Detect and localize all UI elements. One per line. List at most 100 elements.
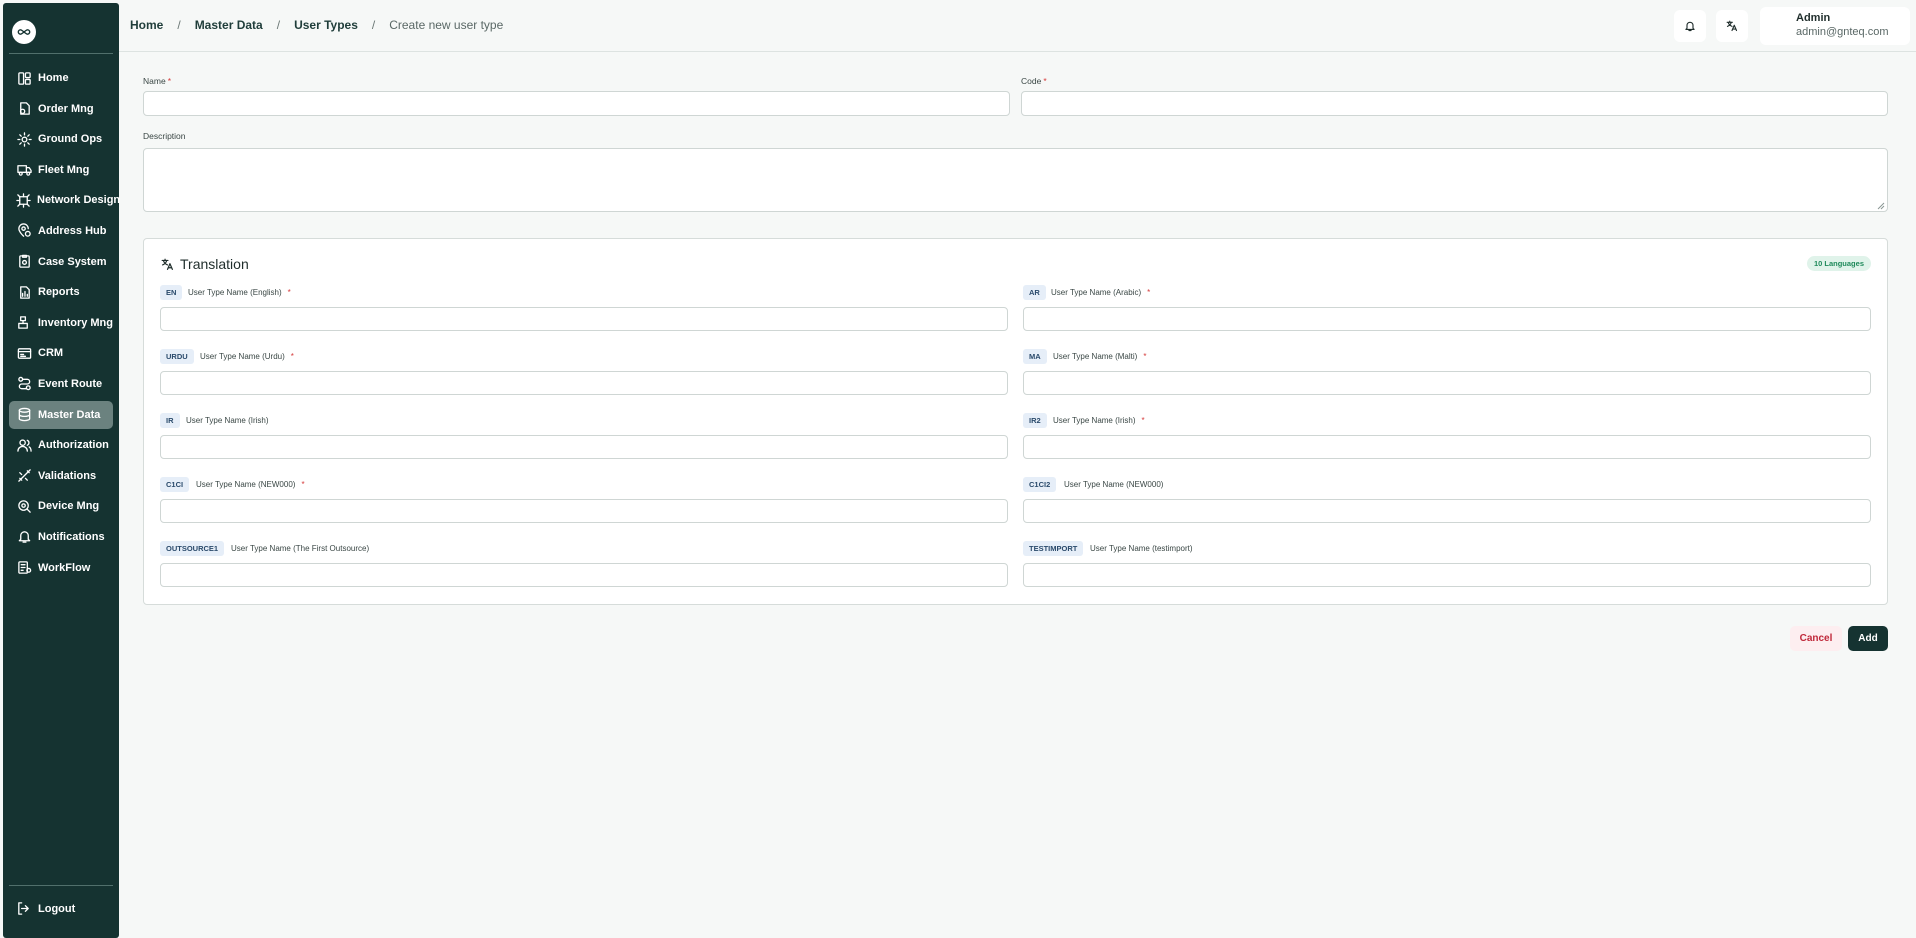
sidebar-item-label: Validations bbox=[38, 469, 97, 482]
ground-ops-icon bbox=[16, 131, 32, 147]
sidebar-item-inventory-mng[interactable]: Inventory Mng bbox=[9, 309, 113, 337]
translation-panel: Translation 10 Languages EN User Type Na… bbox=[143, 238, 1888, 605]
report-icon bbox=[16, 284, 32, 300]
sidebar-item-fleet-mng[interactable]: Fleet Mng bbox=[9, 156, 113, 184]
sidebar-item-label: Event Route bbox=[38, 377, 103, 390]
case-icon bbox=[16, 254, 32, 270]
breadcrumb-separator: / bbox=[276, 18, 281, 32]
user-email: admin@gnteq.com bbox=[1796, 26, 1889, 38]
breadcrumb-user-types[interactable]: User Types bbox=[294, 18, 358, 32]
breadcrumb-separator: / bbox=[177, 18, 181, 32]
user-name: Admin bbox=[1796, 12, 1831, 24]
crm-icon bbox=[16, 345, 32, 361]
language-code-tag: EN bbox=[160, 285, 183, 300]
sidebar-item-notifications[interactable]: Notifications bbox=[9, 523, 113, 551]
translation-field-testimport: TESTIMPORT User Type Name (testimport) bbox=[1023, 541, 1871, 599]
translate-icon bbox=[161, 258, 173, 270]
app-logo[interactable] bbox=[12, 20, 36, 44]
sidebar-divider bbox=[9, 53, 113, 54]
sidebar-item-workflow[interactable]: WorkFlow bbox=[9, 554, 113, 582]
breadcrumb-master-data[interactable]: Master Data bbox=[195, 18, 263, 32]
breadcrumb-current: Create new user type bbox=[389, 18, 504, 32]
breadcrumb-home[interactable]: Home bbox=[130, 18, 163, 32]
network-icon bbox=[16, 192, 31, 208]
sidebar-item-network-design[interactable]: Network Design bbox=[9, 186, 120, 214]
translation-field-en: EN User Type Name (English) * bbox=[160, 285, 1008, 343]
required-marker: * bbox=[290, 352, 294, 361]
code-input[interactable] bbox=[1021, 91, 1888, 116]
translation-input-en[interactable] bbox=[160, 307, 1008, 331]
sidebar-divider bbox=[9, 885, 113, 886]
language-button[interactable] bbox=[1716, 10, 1748, 42]
language-code-tag: IR2 bbox=[1023, 413, 1047, 428]
infinity-icon bbox=[17, 29, 31, 35]
name-input[interactable] bbox=[143, 91, 1010, 116]
translation-input-ir[interactable] bbox=[160, 435, 1008, 459]
language-code-tag: IR bbox=[160, 413, 180, 428]
language-code-tag: OUTSOURCE1 bbox=[160, 541, 225, 556]
home-icon bbox=[16, 70, 32, 86]
translation-input-urdu[interactable] bbox=[160, 371, 1008, 395]
language-code-tag: MA bbox=[1023, 349, 1047, 364]
language-code-tag: TESTIMPORT bbox=[1023, 541, 1084, 556]
required-marker: * bbox=[287, 288, 291, 297]
logout-button[interactable]: Logout bbox=[16, 901, 75, 916]
workflow-icon bbox=[16, 560, 32, 576]
translation-field-label: User Type Name (Irish) * bbox=[1053, 416, 1145, 425]
translate-icon bbox=[1726, 20, 1738, 32]
sidebar: Home Order Mng Ground Ops Fleet Mng Netw… bbox=[3, 3, 120, 938]
add-button[interactable]: Add bbox=[1848, 626, 1888, 651]
sidebar-nav: Home Order Mng Ground Ops Fleet Mng Netw… bbox=[9, 64, 120, 584]
sidebar-item-label: Inventory Mng bbox=[37, 316, 113, 329]
translation-input-testimport[interactable] bbox=[1023, 563, 1871, 587]
cancel-button[interactable]: Cancel bbox=[1790, 626, 1842, 651]
sidebar-item-device-mng[interactable]: Device Mng bbox=[9, 492, 113, 520]
sidebar-item-address-hub[interactable]: Address Hub bbox=[9, 217, 113, 245]
sidebar-item-ground-ops[interactable]: Ground Ops bbox=[9, 125, 113, 153]
sidebar-item-label: Address Hub bbox=[38, 224, 107, 237]
translation-title: Translation bbox=[161, 256, 249, 272]
translation-input-c1ci2[interactable] bbox=[1023, 499, 1871, 523]
translation-field-c1ci2: C1CI2 User Type Name (NEW000) bbox=[1023, 477, 1871, 535]
language-code-tag: URDU bbox=[160, 349, 194, 364]
translation-field-ar: AR User Type Name (Arabic) * bbox=[1023, 285, 1871, 343]
sidebar-item-reports[interactable]: Reports bbox=[9, 278, 113, 306]
sidebar-item-event-route[interactable]: Event Route bbox=[9, 370, 113, 398]
translation-input-c1ci[interactable] bbox=[160, 499, 1008, 523]
resize-handle-icon[interactable] bbox=[1877, 202, 1885, 210]
sidebar-item-validations[interactable]: Validations bbox=[9, 462, 113, 490]
sidebar-item-case-system[interactable]: Case System bbox=[9, 248, 113, 276]
validation-icon bbox=[16, 468, 32, 484]
sidebar-item-label: Device Mng bbox=[38, 500, 100, 513]
sidebar-item-crm[interactable]: CRM bbox=[9, 339, 113, 367]
sidebar-item-order-mng[interactable]: Order Mng bbox=[9, 95, 113, 123]
translation-input-ir2[interactable] bbox=[1023, 435, 1871, 459]
translation-field-label: User Type Name (NEW000) * bbox=[196, 480, 305, 489]
notifications-button[interactable] bbox=[1674, 10, 1706, 42]
translation-field-label: User Type Name (Irish) bbox=[186, 416, 269, 425]
sidebar-item-label: Home bbox=[38, 72, 69, 84]
description-label: Description bbox=[143, 131, 186, 141]
sidebar-item-home[interactable]: Home bbox=[9, 64, 113, 92]
required-marker: * bbox=[301, 480, 305, 489]
inventory-icon bbox=[16, 315, 32, 331]
translation-field-ma: MA User Type Name (Malti) * bbox=[1023, 349, 1871, 407]
user-menu[interactable]: Admin admin@gnteq.com bbox=[1760, 7, 1910, 45]
database-icon bbox=[16, 407, 32, 423]
translation-input-outsource1[interactable] bbox=[160, 563, 1008, 587]
breadcrumb-separator: / bbox=[371, 18, 376, 32]
translation-input-ma[interactable] bbox=[1023, 371, 1871, 395]
order-icon bbox=[16, 101, 32, 117]
translation-input-ar[interactable] bbox=[1023, 307, 1871, 331]
sidebar-item-authorization[interactable]: Authorization bbox=[9, 431, 113, 459]
sidebar-item-label: Order Mng bbox=[38, 102, 94, 115]
description-textarea[interactable] bbox=[143, 148, 1888, 212]
logout-label: Logout bbox=[38, 902, 76, 915]
sidebar-item-master-data[interactable]: Master Data bbox=[9, 400, 113, 429]
sidebar-item-label: Case System bbox=[38, 255, 107, 268]
required-marker: * bbox=[167, 76, 171, 86]
breadcrumb: Home / Master Data / User Types / Create… bbox=[130, 18, 503, 32]
translation-field-urdu: URDU User Type Name (Urdu) * bbox=[160, 349, 1008, 407]
code-label: Code * bbox=[1021, 76, 1047, 86]
translation-field-label: User Type Name (Malti) * bbox=[1053, 352, 1147, 361]
